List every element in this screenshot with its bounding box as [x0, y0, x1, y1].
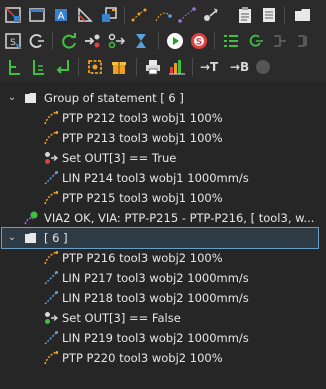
- play-icon[interactable]: [166, 32, 184, 50]
- tree-item-lin[interactable]: LIN P218 tool3 wobj2 1000mm/s: [0, 288, 326, 308]
- printer-icon[interactable]: [144, 58, 162, 76]
- toolbar-separator: [214, 32, 215, 50]
- statement-label: PTP P220 tool3 wobj2 100%: [62, 351, 223, 365]
- path-icon[interactable]: [130, 6, 148, 24]
- text-a-icon[interactable]: A: [52, 6, 70, 24]
- window-icon[interactable]: [28, 6, 46, 24]
- group-1-label: Group of statement [ 6 ]: [44, 91, 184, 105]
- statement-label: LIN P218 tool3 wobj2 1000mm/s: [62, 291, 249, 305]
- grid-icon[interactable]: [4, 6, 22, 24]
- check-list-icon[interactable]: [222, 32, 240, 50]
- branch-icon[interactable]: [6, 58, 24, 76]
- lin-motion-icon: [44, 291, 58, 305]
- return-icon[interactable]: [54, 58, 72, 76]
- tree-item-lin[interactable]: LIN P219 tool3 wobj2 1000mm/s: [0, 328, 326, 348]
- path-purple-icon[interactable]: [178, 6, 196, 24]
- transfer-icon[interactable]: [84, 32, 102, 50]
- tree-group-2[interactable]: ⌄ [ 6 ]: [1, 227, 319, 249]
- statement-label: LIN P214 tool3 wobj1 1000mm/s: [62, 171, 249, 185]
- ptp-motion-icon: [44, 351, 58, 365]
- toolbar-row-1: A: [0, 2, 326, 28]
- svg-text:S: S: [196, 38, 202, 48]
- paste-icon[interactable]: [100, 6, 118, 24]
- disabled-a-icon[interactable]: [270, 32, 288, 50]
- tree-item-lin[interactable]: LIN P214 tool3 wobj1 1000mm/s: [0, 168, 326, 188]
- ptp-motion-icon: [44, 251, 58, 265]
- folder-open-icon: [25, 93, 36, 103]
- statement-label: Set OUT[3] == False: [62, 311, 181, 325]
- disabled-b-icon[interactable]: [294, 32, 312, 50]
- set-output-icon: [45, 152, 58, 164]
- stop-icon[interactable]: S: [190, 32, 208, 50]
- program-tree: ⌄ Group of statement [ 6 ] PTP P212 tool…: [0, 84, 326, 389]
- collapse-toggle-icon[interactable]: ⌄: [6, 88, 18, 108]
- toolbar-separator: [136, 58, 137, 76]
- statement-label: PTP P212 tool3 wobj1 100%: [62, 111, 223, 125]
- refresh-icon[interactable]: [60, 32, 78, 50]
- tree-item-set[interactable]: Set OUT[3] == True: [0, 148, 326, 168]
- insert-t-icon[interactable]: →T: [200, 58, 218, 76]
- statement-label: LIN P217 tool3 wobj2 1000mm/s: [62, 271, 249, 285]
- toolbar-separator: [78, 58, 79, 76]
- target-icon[interactable]: [86, 58, 104, 76]
- set-output-icon: [45, 312, 58, 324]
- circle-c-icon[interactable]: [28, 32, 46, 50]
- toolbar-separator: [284, 6, 285, 24]
- statement-label: Set OUT[3] == True: [62, 151, 177, 165]
- insert-b-icon[interactable]: →B: [230, 58, 249, 76]
- statement-label: LIN P219 tool3 wobj2 1000mm/s: [62, 331, 249, 345]
- folder-icon[interactable]: [294, 6, 312, 24]
- toolbar-separator: [192, 58, 193, 76]
- bar-chart-icon[interactable]: [168, 58, 186, 76]
- tree-item-ptp[interactable]: PTP P212 tool3 wobj1 100%: [0, 108, 326, 128]
- gift-icon[interactable]: [110, 58, 128, 76]
- tree-item-ptp[interactable]: PTP P216 tool3 wobj2 100%: [0, 248, 326, 268]
- svg-text:S: S: [10, 38, 16, 48]
- tree-item-set[interactable]: Set OUT[3] == False: [0, 308, 326, 328]
- toolbar-row-3: →T →B: [0, 54, 326, 80]
- svg-text:A: A: [58, 11, 65, 22]
- tree-item-ptp[interactable]: PTP P215 tool3 wobj1 100%: [0, 188, 326, 208]
- group-2-label: [ 6 ]: [44, 231, 68, 245]
- lin-motion-icon: [44, 331, 58, 345]
- ptp-motion-icon: [44, 131, 58, 145]
- clipboard-icon[interactable]: [236, 6, 254, 24]
- tree-item-ptp[interactable]: PTP P213 tool3 wobj1 100%: [0, 128, 326, 148]
- path-orange-icon[interactable]: [154, 6, 172, 24]
- toolbar-separator: [158, 32, 159, 50]
- via-label: VIA2 OK, VIA: PTP-P215 - PTP-P216, [ too…: [44, 211, 315, 225]
- lin-motion-icon: [44, 171, 58, 185]
- move-icon[interactable]: [202, 6, 220, 24]
- via-point-icon: [24, 211, 38, 225]
- record-icon[interactable]: S: [4, 32, 22, 50]
- ptp-motion-icon: [44, 111, 58, 125]
- loop-icon[interactable]: [246, 32, 264, 50]
- tree-item-lin[interactable]: LIN P217 tool3 wobj2 1000mm/s: [0, 268, 326, 288]
- hourglass-icon[interactable]: [132, 32, 150, 50]
- list-icon[interactable]: [260, 6, 278, 24]
- tree-group-1[interactable]: ⌄ Group of statement [ 6 ]: [0, 88, 326, 108]
- ruler-icon[interactable]: [76, 6, 94, 24]
- statement-label: PTP P213 tool3 wobj1 100%: [62, 131, 223, 145]
- relay-icon[interactable]: [108, 32, 126, 50]
- statement-label: PTP P215 tool3 wobj1 100%: [62, 191, 223, 205]
- ptp-motion-icon: [44, 191, 58, 205]
- statement-label: PTP P216 tool3 wobj2 100%: [62, 251, 223, 265]
- folder-open-icon: [25, 233, 36, 243]
- tree-via-item[interactable]: VIA2 OK, VIA: PTP-P215 - PTP-P216, [ too…: [0, 208, 326, 228]
- toolbar-row-2: S S: [0, 28, 326, 54]
- disabled-dot-icon[interactable]: [254, 58, 272, 76]
- collapse-toggle-icon[interactable]: ⌄: [6, 228, 18, 248]
- toolbar-separator: [52, 32, 53, 50]
- branch2-icon[interactable]: [30, 58, 48, 76]
- lin-motion-icon: [44, 271, 58, 285]
- tree-item-ptp[interactable]: PTP P220 tool3 wobj2 100%: [0, 348, 326, 368]
- toolbar-separator: [124, 6, 125, 24]
- toolbar: A S S →T →B: [0, 0, 326, 82]
